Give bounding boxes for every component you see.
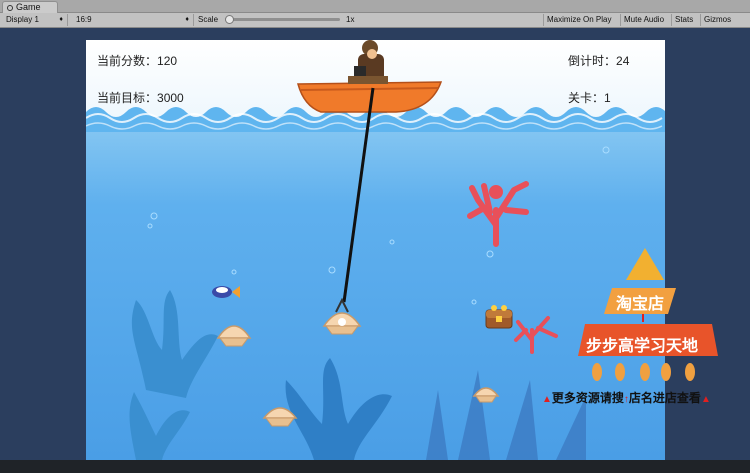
chevron-down-icon: ♦ (185, 16, 189, 23)
hook-claw (335, 297, 349, 313)
game-tab-icon (7, 5, 13, 11)
editor-tab-bar: Game (0, 0, 750, 13)
chevron-down-icon: ♦ (59, 16, 63, 23)
maximize-on-play-button[interactable]: Maximize On Play (543, 14, 614, 26)
target-readout: 当前目标：3000 (97, 89, 184, 106)
display-dropdown-label: Display 1 (6, 15, 39, 24)
countdown-readout: 倒计时：24 (568, 52, 629, 69)
aspect-dropdown-label: 16:9 (76, 15, 92, 24)
level-value: 1 (604, 91, 611, 105)
mute-audio-button[interactable]: Mute Audio (620, 14, 667, 26)
scale-slider-knob[interactable] (225, 15, 234, 24)
mute-audio-label: Mute Audio (624, 15, 665, 24)
level-label: 关卡： (568, 91, 605, 105)
gizmos-button[interactable]: Gizmos (700, 14, 750, 26)
blue-coral-right (426, 370, 586, 460)
treasure-chest (485, 305, 513, 329)
level-readout: 关卡：1 (568, 89, 611, 106)
gizmos-label: Gizmos (704, 15, 732, 24)
game-viewport[interactable]: 当前分数：120 当前目标：3000 倒计时：24 关卡：1 (86, 40, 665, 460)
countdown-label: 倒计时： (568, 54, 617, 68)
stats-button[interactable]: Stats (671, 14, 696, 26)
bubbles (147, 146, 610, 305)
countdown-value: 24 (616, 54, 630, 68)
pearl-shell-hooked (322, 312, 362, 335)
target-value: 3000 (157, 91, 184, 105)
tab-game[interactable]: Game (2, 1, 58, 13)
warning-triangle-icon: ▲ (700, 394, 711, 405)
blue-coral-center (285, 358, 392, 460)
scale-value: 1x (346, 15, 355, 24)
bottom-bar (0, 460, 750, 473)
scale-slider-track[interactable] (225, 18, 340, 21)
game-toolbar: Display 1 ♦ 16:9 ♦ Scale 1x Maximize On Pl… (0, 13, 750, 28)
stats-label: Stats (675, 15, 694, 24)
score-label: 当前分数： (97, 54, 158, 68)
aspect-dropdown[interactable]: 16:9 ♦ (72, 14, 194, 26)
target-label: 当前目标： (97, 91, 158, 105)
display-dropdown[interactable]: Display 1 ♦ (2, 14, 68, 26)
small-fish (212, 286, 240, 298)
score-value: 120 (157, 54, 178, 68)
score-readout: 当前分数：120 (97, 52, 177, 69)
red-coral-small (514, 316, 558, 354)
pearl-shell (216, 325, 252, 347)
tab-game-label: Game (16, 2, 41, 12)
blue-coral-left (129, 290, 218, 460)
scale-label: Scale (198, 15, 219, 24)
red-coral (467, 181, 529, 247)
maximize-on-play-label: Maximize On Play (547, 15, 612, 24)
fishing-boat (297, 40, 443, 113)
